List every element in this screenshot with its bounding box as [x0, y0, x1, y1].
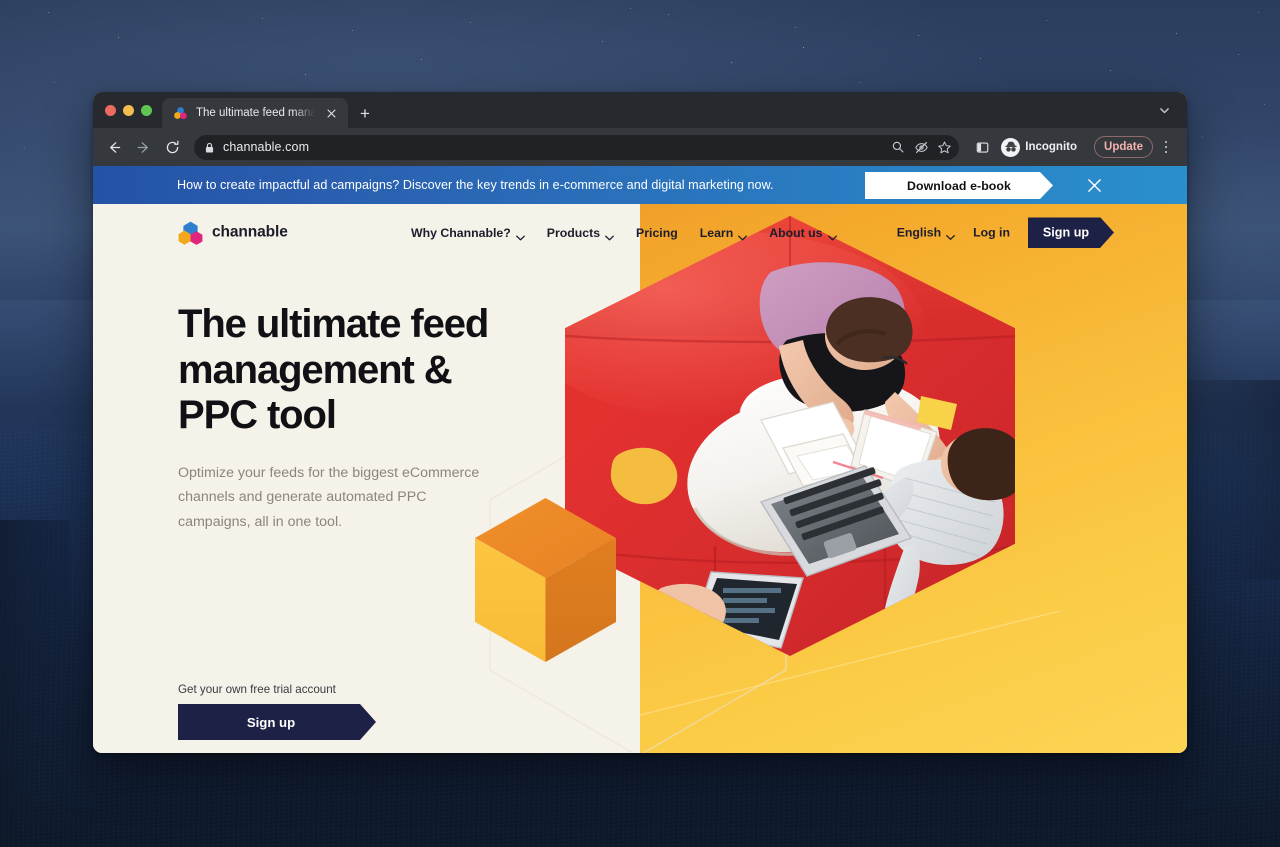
- brand-logo[interactable]: channable: [178, 220, 288, 245]
- signup-button-hero[interactable]: Sign up: [178, 704, 376, 740]
- minimize-window-button[interactable]: [123, 104, 134, 116]
- new-tab-button[interactable]: +: [352, 98, 378, 128]
- wallpaper-cliff-left: [0, 520, 70, 847]
- lock-icon: [204, 141, 215, 154]
- download-ebook-button[interactable]: Download e-book: [865, 172, 1053, 199]
- address-bar-actions: [887, 135, 955, 160]
- chevron-down-icon: [605, 230, 614, 240]
- download-ebook-label: Download e-book: [907, 178, 1011, 193]
- update-button-label: Update: [1104, 141, 1143, 153]
- chevron-down-icon: [738, 230, 748, 240]
- nav-item-label: About us: [769, 225, 823, 240]
- list-item: Feed optimization & integration: [178, 752, 355, 753]
- eye-slash-icon[interactable]: [910, 136, 932, 158]
- hero-feature-list: Feed optimization & integration PPC auto…: [178, 752, 355, 753]
- nav-item-learn[interactable]: Learn: [700, 226, 748, 240]
- arrow-right-icon[interactable]: [130, 134, 157, 161]
- close-icon[interactable]: [323, 105, 339, 121]
- nav-item-why-channable[interactable]: Why Channable?: [411, 226, 525, 240]
- browser-tab-strip: The ultimate feed management +: [93, 92, 1187, 128]
- channable-logo-icon: [173, 106, 188, 121]
- star-icon[interactable]: [933, 136, 955, 158]
- window-controls: [101, 92, 162, 128]
- signup-button-hero-label: Sign up: [246, 714, 296, 730]
- nav-item-label: Why Channable?: [411, 225, 511, 240]
- login-link[interactable]: Log in: [973, 226, 1010, 240]
- browser-toolbar: channable.com Incognito Update: [93, 128, 1187, 166]
- close-window-button[interactable]: [105, 104, 116, 116]
- nav-item-label: Products: [546, 225, 601, 240]
- site-navbar: channable Why Channable? Products Pricin…: [93, 204, 1187, 261]
- nav-item-pricing[interactable]: Pricing: [636, 226, 678, 240]
- search-icon[interactable]: [887, 136, 909, 158]
- nav-item-about-us[interactable]: About us: [769, 225, 837, 240]
- site-nav-links: Why Channable? Products Pricing Learn Ab…: [411, 226, 837, 240]
- language-label: English: [896, 225, 942, 240]
- address-bar[interactable]: channable.com: [194, 134, 960, 160]
- chevron-down-icon[interactable]: [1155, 101, 1173, 119]
- signup-button-nav[interactable]: Sign up: [1028, 217, 1114, 248]
- site-nav-actions: English Log in Sign up: [897, 217, 1102, 248]
- profile-label: Incognito: [1025, 141, 1078, 153]
- signup-button-nav-label: Sign up: [1042, 225, 1090, 240]
- nav-item-label: Pricing: [636, 225, 678, 240]
- decorative-diagonal-line: [640, 605, 1070, 725]
- kebab-menu-icon[interactable]: [1157, 135, 1175, 159]
- browser-tab-title: The ultimate feed management: [196, 107, 315, 119]
- browser-tab[interactable]: The ultimate feed management: [162, 98, 348, 128]
- chevron-down-icon: [515, 230, 525, 240]
- promo-banner: How to create impactful ad campaigns? Di…: [93, 166, 1187, 204]
- hero-copy: The ultimate feed management & PPC tool …: [178, 302, 538, 534]
- address-bar-url: channable.com: [223, 140, 310, 154]
- language-selector[interactable]: English: [896, 225, 956, 240]
- side-panel-icon[interactable]: [969, 134, 996, 161]
- hero-title: The ultimate feed management & PPC tool: [178, 302, 489, 438]
- incognito-avatar-icon: [1001, 137, 1021, 157]
- arrow-left-icon[interactable]: [101, 134, 128, 161]
- channable-hexagons-logo-icon: [178, 220, 203, 245]
- page-content: channable Why Channable? Products Pricin…: [93, 204, 1187, 753]
- promo-banner-text: How to create impactful ad campaigns? Di…: [177, 178, 774, 192]
- close-icon[interactable]: [1083, 174, 1105, 196]
- nav-item-label: Learn: [699, 225, 734, 240]
- update-button[interactable]: Update: [1094, 136, 1153, 158]
- reload-icon[interactable]: [159, 134, 186, 161]
- browser-window: The ultimate feed management +: [93, 92, 1187, 753]
- desktop-wallpaper: The ultimate feed management +: [0, 0, 1280, 847]
- brand-name: channable: [212, 223, 288, 241]
- chevron-down-icon: [946, 230, 956, 240]
- chevron-down-icon: [827, 230, 837, 240]
- free-trial-label: Get your own free trial account: [178, 683, 336, 696]
- maximize-window-button[interactable]: [141, 104, 152, 116]
- profile-incognito-chip[interactable]: Incognito: [998, 135, 1086, 160]
- nav-item-products[interactable]: Products: [547, 226, 614, 240]
- hero-subtitle: Optimize your feeds for the biggest eCom…: [178, 464, 480, 530]
